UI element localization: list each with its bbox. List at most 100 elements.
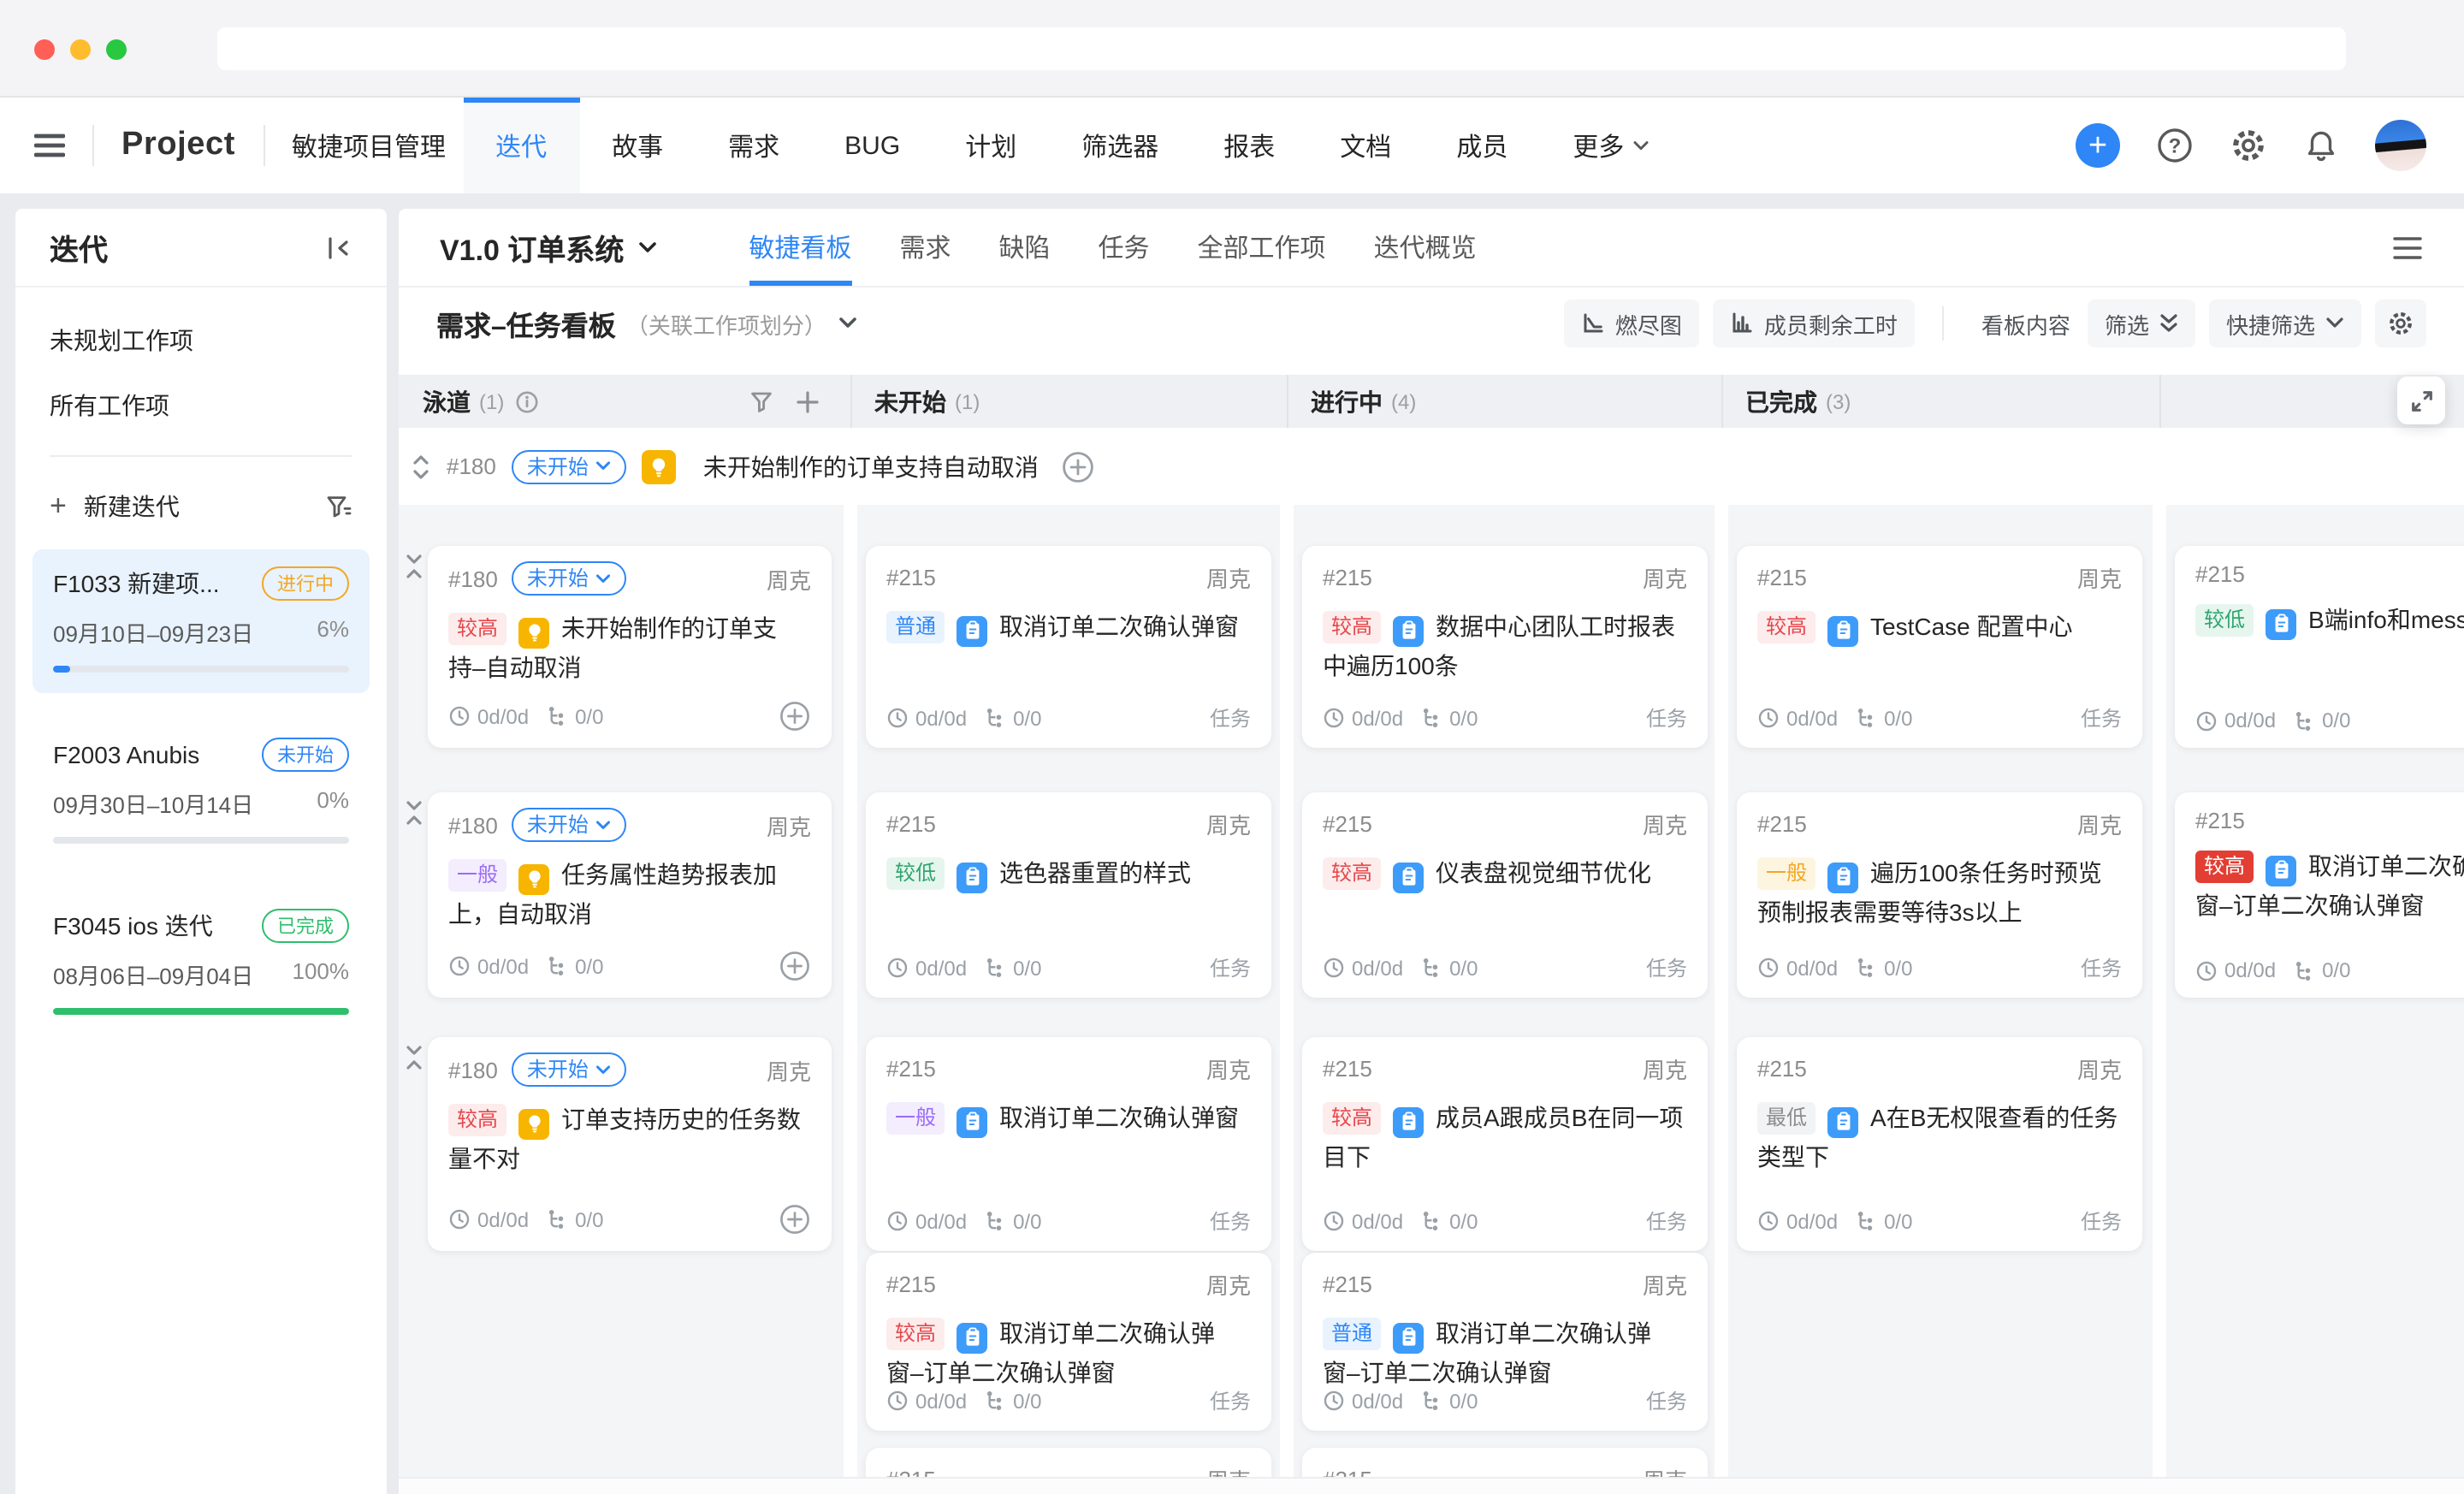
nav-tab-3[interactable]: 需求 xyxy=(696,98,812,193)
nav-tab-8[interactable]: 文档 xyxy=(1307,98,1424,193)
address-bar[interactable] xyxy=(217,27,2346,70)
add-subtask-icon[interactable] xyxy=(779,1203,811,1236)
kanban-card[interactable]: #215 周克 一般取消订单二次确认弹窗 0d/0d 0/0 任务 xyxy=(866,1037,1271,1251)
subtask-indicator: 0/0 xyxy=(2293,958,2350,982)
story-icon xyxy=(642,449,676,483)
priority-badge: 最低 xyxy=(1757,1102,1815,1135)
view-list-icon[interactable] xyxy=(2392,234,2423,261)
kanban-card[interactable]: #215 周克 一般遍历100条任务时预览预制报表需要等待3s以上 0d/0d … xyxy=(1737,792,2142,998)
workload-indicator: 0d/0d xyxy=(886,956,967,980)
nav-tab-7[interactable]: 报表 xyxy=(1191,98,1307,193)
kanban-card[interactable]: #215 较高取消订单二次确认弹窗–订单二次确认弹窗 0d/0d 0/0 xyxy=(2175,792,2464,998)
minimize-window-button[interactable] xyxy=(70,39,91,60)
add-swimlane-icon[interactable] xyxy=(796,389,820,413)
nav-tab-10[interactable]: 更多 xyxy=(1540,98,1682,193)
burndown-button[interactable]: 燃尽图 xyxy=(1564,299,1699,347)
iteration-card-f1033[interactable]: F1033 新建项...进行中 09月10日–09月23日6% xyxy=(33,549,370,693)
help-icon[interactable]: ? xyxy=(2156,127,2194,164)
kanban-card[interactable]: #215 周克 普通取消订单二次确认弹窗–订单二次确认弹窗 0d/0d 0/0 … xyxy=(1302,1253,1708,1431)
add-work-item-icon[interactable] xyxy=(1061,449,1095,483)
kanban-card[interactable]: #215 周克 较高取消订单二次确认弹窗–订单二次确认弹窗 0d/0d 0/0 … xyxy=(866,1253,1271,1431)
nav-tab-5[interactable]: 计划 xyxy=(933,98,1049,193)
fullscreen-expand-button[interactable] xyxy=(2397,376,2445,424)
swimlane-filter-icon[interactable] xyxy=(749,389,773,413)
kanban-card[interactable]: #215 周克 普通取消订单二次确认弹窗 0d/0d 0/0 任务 xyxy=(866,546,1271,748)
card-assignee: 周克 xyxy=(1643,808,1687,840)
maximize-window-button[interactable] xyxy=(106,39,127,60)
kanban-card[interactable]: #215 周克 较高数据中心团队工时报表中遍历100条 0d/0d 0/0 任务 xyxy=(1302,546,1708,748)
collapse-swimlane-icon[interactable] xyxy=(404,553,424,580)
new-iteration-button[interactable]: 新建迭代 xyxy=(84,489,180,524)
priority-badge: 较高 xyxy=(1323,1102,1381,1135)
collapse-swimlane-icon[interactable] xyxy=(404,799,424,827)
workload-indicator: 0d/0d xyxy=(1323,1389,1403,1413)
sidebar-item-all-items[interactable]: 所有工作项 xyxy=(15,373,387,438)
swimlane-status-pill[interactable]: 未开始 xyxy=(512,449,626,483)
gear-icon[interactable] xyxy=(2230,127,2267,164)
hamburger-menu-icon[interactable] xyxy=(34,98,65,193)
filter-iterations-icon[interactable] xyxy=(325,493,352,520)
iteration-card-f2003[interactable]: F2003 Anubis未开始 09月30日–10月14日0% xyxy=(33,720,370,864)
board-tab-4[interactable]: 任务 xyxy=(1075,209,1174,286)
nav-tab-9[interactable]: 成员 xyxy=(1424,98,1540,193)
card-status-pill[interactable]: 未开始 xyxy=(512,1052,626,1087)
card-id: #180 xyxy=(448,566,498,591)
collapse-sidebar-icon[interactable] xyxy=(325,234,352,261)
filter-button[interactable]: 筛选 xyxy=(2088,299,2195,347)
board-tab-2[interactable]: 需求 xyxy=(875,209,974,286)
bell-icon[interactable] xyxy=(2303,127,2339,163)
subtask-indicator: 0/0 xyxy=(1420,1209,1478,1233)
kanban-card[interactable]: #180 未开始 周克 较高未开始制作的订单支持–自动取消 0d/0d 0/0 xyxy=(428,546,832,748)
nav-item-agile-management[interactable]: 敏捷项目管理 xyxy=(292,127,446,163)
priority-badge: 较高 xyxy=(2195,851,2254,883)
sidebar-item-unplanned[interactable]: 未规划工作项 xyxy=(15,308,387,373)
kanban-card[interactable]: #180 未开始 周克 一般任务属性趋势报表加上，自动取消 0d/0d 0/0 xyxy=(428,792,832,998)
nav-tab-2[interactable]: 故事 xyxy=(579,98,696,193)
board-tab-1[interactable]: 敏捷看板 xyxy=(725,209,875,286)
svg-text:?: ? xyxy=(2169,134,2182,157)
avatar[interactable] xyxy=(2375,120,2426,171)
kanban-card[interactable]: #180 未开始 周克 较高订单支持历史的任务数量不对 0d/0d 0/0 xyxy=(428,1037,832,1251)
close-window-button[interactable] xyxy=(34,39,55,60)
kanban-card[interactable]: #215 周克 最低A在B无权限查看的任务类型下 0d/0d 0/0 任务 xyxy=(1737,1037,2142,1251)
card-status-pill[interactable]: 未开始 xyxy=(512,561,626,596)
kanban-card[interactable]: #215 周克 较高TestCase 配置中心 0d/0d 0/0 任务 xyxy=(1737,546,2142,748)
subtree-icon xyxy=(1420,957,1442,979)
card-status-pill[interactable]: 未开始 xyxy=(512,808,626,842)
task-icon xyxy=(1393,862,1424,892)
card-title: 选色器重置的样式 xyxy=(999,859,1191,886)
task-icon xyxy=(957,1106,987,1137)
board-tab-6[interactable]: 迭代概览 xyxy=(1350,209,1501,286)
board-tab-3[interactable]: 缺陷 xyxy=(974,209,1074,286)
horizontal-scrollbar-track[interactable] xyxy=(399,1477,2464,1494)
drag-reorder-icon[interactable] xyxy=(411,453,431,480)
subtask-indicator: 0/0 xyxy=(984,706,1041,730)
add-subtask-icon[interactable] xyxy=(779,950,811,982)
board-tab-5[interactable]: 全部工作项 xyxy=(1174,209,1350,286)
chevron-down-icon[interactable] xyxy=(838,317,857,330)
card-type-label: 任务 xyxy=(1210,703,1251,732)
iteration-card-f3045[interactable]: F3045 ios 迭代已完成 08月06日–09月04日100% xyxy=(33,892,370,1035)
traffic-lights xyxy=(34,39,127,60)
project-switcher[interactable]: V1.0 订单系统 xyxy=(440,209,656,286)
top-navigation: Project 敏捷项目管理 迭代故事需求BUG计划筛选器报表文档成员更多 + … xyxy=(0,98,2464,193)
info-icon[interactable] xyxy=(514,389,538,413)
collapse-swimlane-icon[interactable] xyxy=(404,1044,424,1071)
quick-filter-button[interactable]: 快捷筛选 xyxy=(2209,299,2361,347)
kanban-card[interactable]: #215 较低B端info和messag 0d/0d 0/0 xyxy=(2175,546,2464,748)
swimlane-title[interactable]: 未开始制作的订单支持自动取消 xyxy=(703,449,1039,483)
add-subtask-icon[interactable] xyxy=(779,700,811,732)
nav-tab-1[interactable]: 迭代 xyxy=(463,98,579,193)
kanban-card[interactable]: #215 周克 较高仪表盘视觉细节优化 0d/0d 0/0 任务 xyxy=(1302,792,1708,998)
priority-badge: 较高 xyxy=(448,613,506,645)
kanban-card[interactable]: #215 周克 较高成员A跟成员B在同一项目下 0d/0d 0/0 任务 xyxy=(1302,1037,1708,1251)
divider xyxy=(92,125,94,166)
subtask-indicator: 0/0 xyxy=(984,1209,1041,1233)
board-settings-button[interactable] xyxy=(2375,299,2426,347)
member-hours-button[interactable]: 成员剩余工时 xyxy=(1713,299,1915,347)
card-assignee: 周克 xyxy=(2077,561,2122,594)
create-button[interactable]: + xyxy=(2076,123,2120,168)
kanban-card[interactable]: #215 周克 较低选色器重置的样式 0d/0d 0/0 任务 xyxy=(866,792,1271,998)
nav-tab-6[interactable]: 筛选器 xyxy=(1049,98,1191,193)
nav-tab-4[interactable]: BUG xyxy=(812,98,933,193)
